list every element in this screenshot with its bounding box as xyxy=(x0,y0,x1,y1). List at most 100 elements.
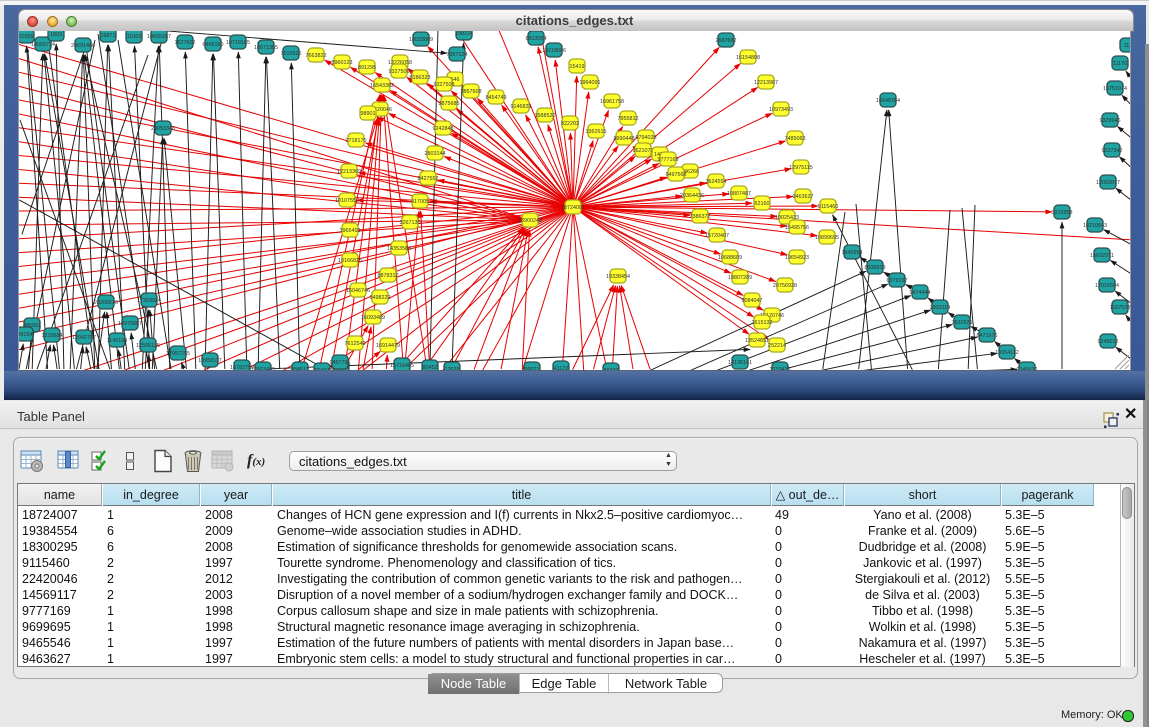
svg-text:1527602: 1527602 xyxy=(175,40,196,46)
svg-text:17957255: 17957255 xyxy=(166,351,190,357)
svg-text:1964091: 1964091 xyxy=(580,80,601,86)
svg-text:8878312: 8878312 xyxy=(378,273,399,279)
svg-text:9245012: 9245012 xyxy=(1098,339,1119,345)
svg-text:7632621: 7632621 xyxy=(952,320,973,326)
svg-text:6497568: 6497568 xyxy=(666,172,687,178)
svg-text:3267130: 3267130 xyxy=(400,220,421,226)
svg-text:20364436: 20364436 xyxy=(680,193,704,199)
svg-text:90417: 90417 xyxy=(315,368,330,371)
svg-text:15751074: 15751074 xyxy=(1103,86,1127,92)
svg-text:10719185: 10719185 xyxy=(226,40,250,46)
svg-text:8960123: 8960123 xyxy=(332,60,353,66)
svg-text:9474444: 9474444 xyxy=(910,290,931,296)
svg-text:3215958: 3215958 xyxy=(1052,210,1073,216)
svg-text:19871: 19871 xyxy=(101,33,116,39)
svg-text:20206536: 20206536 xyxy=(94,300,118,306)
svg-text:8427552: 8427552 xyxy=(418,176,439,182)
svg-text:1498222: 1498222 xyxy=(370,295,391,301)
svg-text:10107552: 10107552 xyxy=(335,198,359,204)
svg-text:7485063: 7485063 xyxy=(785,136,806,142)
svg-text:39154: 39154 xyxy=(18,332,33,338)
svg-text:17016504: 17016504 xyxy=(1095,283,1119,289)
svg-text:80233: 80233 xyxy=(604,368,619,371)
svg-text:18900243: 18900243 xyxy=(518,218,542,224)
svg-text:10688609: 10688609 xyxy=(718,255,742,261)
svg-text:8990448: 8990448 xyxy=(614,136,635,142)
svg-text:18724007: 18724007 xyxy=(561,205,585,211)
svg-text:9457791: 9457791 xyxy=(330,360,351,366)
svg-text:9777169: 9777169 xyxy=(658,157,679,163)
svg-text:822203: 822203 xyxy=(561,121,579,127)
svg-text:17359924: 17359924 xyxy=(137,298,161,304)
svg-text:99021: 99021 xyxy=(525,367,540,371)
svg-text:1640954: 1640954 xyxy=(842,250,863,256)
svg-text:8454749: 8454749 xyxy=(486,95,507,101)
svg-text:2933114: 2933114 xyxy=(930,305,951,311)
svg-text:7357224: 7357224 xyxy=(447,52,468,58)
svg-text:16033809: 16033809 xyxy=(409,37,433,43)
svg-text:1215684: 1215684 xyxy=(42,333,63,339)
svg-text:10973493: 10973493 xyxy=(769,107,793,113)
svg-text:13975887: 13975887 xyxy=(118,321,142,327)
svg-text:2687682: 2687682 xyxy=(716,38,737,44)
svg-text:14353584: 14353584 xyxy=(387,246,411,252)
svg-text:198224: 198224 xyxy=(455,31,473,37)
svg-text:14136141: 14136141 xyxy=(728,360,752,366)
svg-text:12675: 12675 xyxy=(445,367,460,371)
svg-text:7386372: 7386372 xyxy=(690,214,711,220)
svg-text:12975115: 12975115 xyxy=(789,165,813,171)
svg-text:20691406: 20691406 xyxy=(71,43,95,49)
svg-text:9115460: 9115460 xyxy=(818,204,839,210)
svg-text:1362615: 1362615 xyxy=(586,129,607,135)
svg-text:20756928: 20756928 xyxy=(773,283,797,289)
svg-text:6794028: 6794028 xyxy=(636,135,657,141)
svg-text:16093489: 16093489 xyxy=(361,315,385,321)
svg-text:14055724: 14055724 xyxy=(31,42,55,48)
svg-text:1965493: 1965493 xyxy=(340,228,361,234)
svg-text:7955812: 7955812 xyxy=(618,116,639,122)
svg-text:6379197: 6379197 xyxy=(887,278,908,284)
svg-text:1588520: 1588520 xyxy=(535,113,556,119)
svg-text:10899695: 10899695 xyxy=(815,235,839,241)
svg-text:7515526: 7515526 xyxy=(281,51,302,57)
svg-text:1615132: 1615132 xyxy=(752,320,773,326)
svg-text:19166825: 19166825 xyxy=(338,258,362,264)
svg-text:12213967: 12213967 xyxy=(754,80,778,86)
svg-text:15716485: 15716485 xyxy=(390,363,414,369)
svg-text:9227342: 9227342 xyxy=(1102,148,1123,154)
svg-text:891295: 891295 xyxy=(358,65,376,71)
svg-text:16046746: 16046746 xyxy=(346,288,370,294)
svg-text:19338454: 19338454 xyxy=(606,274,630,280)
svg-text:41172: 41172 xyxy=(554,366,569,371)
svg-text:9327506: 9327506 xyxy=(389,69,410,75)
svg-text:6466160: 6466160 xyxy=(203,42,224,48)
svg-text:98901: 98901 xyxy=(361,111,376,117)
svg-text:9242848: 9242848 xyxy=(433,126,454,132)
svg-text:20355: 20355 xyxy=(19,34,34,40)
svg-text:19218506: 19218506 xyxy=(542,48,566,54)
svg-text:9084047: 9084047 xyxy=(742,298,763,304)
svg-text:9146821: 9146821 xyxy=(511,104,532,110)
svg-text:8186323: 8186323 xyxy=(410,75,431,81)
svg-text:80452: 80452 xyxy=(423,365,438,371)
svg-text:16961758: 16961758 xyxy=(600,99,624,105)
svg-text:12505135: 12505135 xyxy=(136,343,160,349)
svg-text:10210643: 10210643 xyxy=(1083,223,1107,229)
svg-text:62160: 62160 xyxy=(755,201,770,207)
svg-text:3875685: 3875685 xyxy=(439,101,460,107)
svg-text:7612540: 7612540 xyxy=(345,341,366,347)
svg-text:18807289: 18807289 xyxy=(728,275,752,281)
svg-text:7663822: 7663822 xyxy=(306,53,327,59)
svg-text:12093877: 12093877 xyxy=(1096,180,1120,186)
svg-text:9463627: 9463627 xyxy=(793,194,814,200)
svg-text:10655287: 10655287 xyxy=(147,34,171,40)
svg-text:16543382: 16543382 xyxy=(370,83,394,89)
svg-text:2718170: 2718170 xyxy=(346,138,367,144)
svg-text:13524851: 13524851 xyxy=(745,338,769,344)
svg-text:9327508: 9327508 xyxy=(434,82,455,88)
svg-text:10958117: 10958117 xyxy=(198,358,222,364)
svg-text:15495756: 15495756 xyxy=(785,225,809,231)
svg-text:1803: 1803 xyxy=(50,32,62,38)
svg-text:19654923: 19654923 xyxy=(785,255,809,261)
svg-text:112: 112 xyxy=(1124,43,1131,49)
